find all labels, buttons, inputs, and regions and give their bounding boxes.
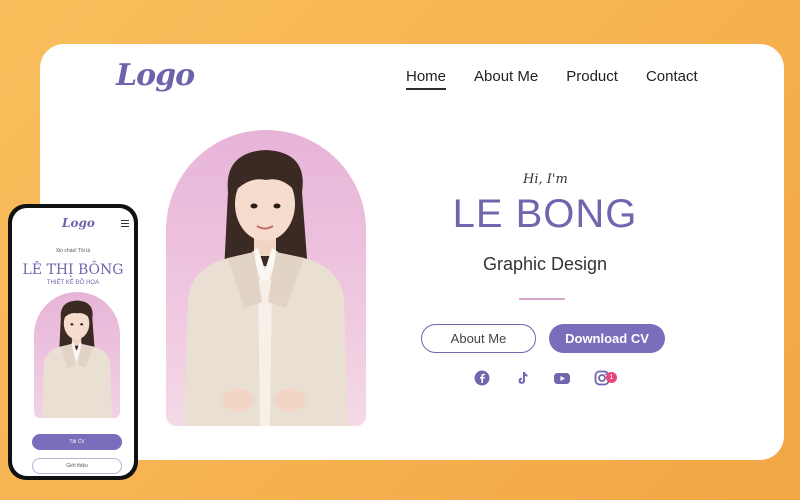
social-links: 1 [473, 369, 617, 387]
desktop-mockup: Logo Home About Me Product Contact Hi, I… [40, 44, 784, 460]
hero-role: Graphic Design [482, 254, 608, 274]
hamburger-menu-icon[interactable] [121, 220, 129, 229]
nav-home[interactable]: Home [406, 68, 447, 90]
mobile-screen: Logo Xin chào! Tôi là LÊ THỊ BÔNG THIẾT … [12, 208, 134, 476]
greeting-text: Hi, I'm [523, 172, 568, 187]
nav-product[interactable]: Product [566, 68, 618, 90]
about-me-button[interactable]: About Me [421, 324, 536, 353]
youtube-icon[interactable] [553, 369, 571, 387]
mobile-mockup: Logo Xin chào! Tôi là LÊ THỊ BÔNG THIẾT … [8, 204, 138, 480]
main-nav: Home About Me Product Contact [406, 68, 698, 90]
download-cv-button[interactable]: Download CV [549, 324, 665, 353]
mobile-portrait-photo [34, 292, 120, 418]
mobile-name: LÊ THỊ BÔNG [22, 262, 124, 278]
divider-line [519, 298, 565, 300]
instagram-icon[interactable]: 1 [593, 369, 617, 387]
portrait-photo [166, 130, 366, 426]
mobile-subtitle: THIẾT KẾ ĐỒ HỌA [46, 280, 100, 286]
mobile-logo[interactable]: Logo [62, 216, 95, 230]
nav-contact[interactable]: Contact [646, 68, 698, 90]
mobile-download-cv-button[interactable]: Tải CV [32, 434, 122, 450]
mobile-about-button[interactable]: Giới thiệu [32, 458, 122, 474]
tiktok-icon[interactable] [513, 369, 531, 387]
nav-about-me[interactable]: About Me [474, 68, 538, 90]
hero-name: LE BONG [452, 192, 638, 236]
notification-badge: 1 [606, 372, 617, 383]
facebook-icon[interactable] [473, 369, 491, 387]
mobile-greeting: Xin chào! Tôi là [55, 248, 91, 254]
site-logo[interactable]: Logo [116, 58, 195, 93]
